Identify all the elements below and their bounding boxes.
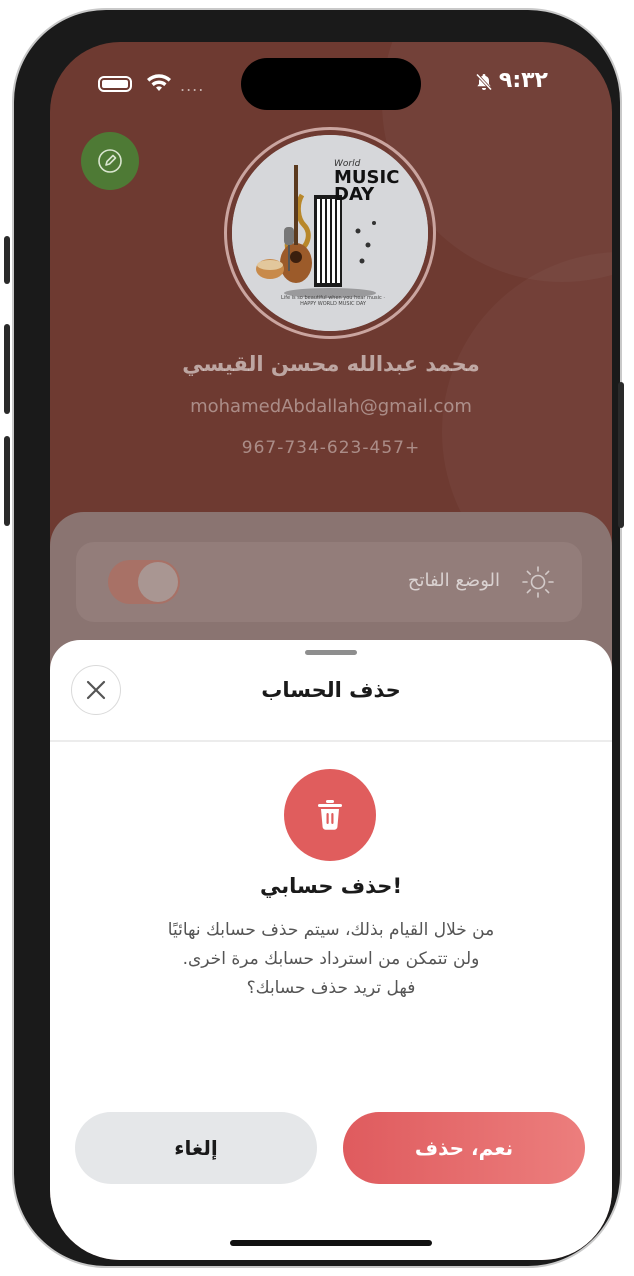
warning-message: من خلال القيام بذلك، سيتم حذف حسابك نهائ… <box>90 916 572 1003</box>
bell-off-icon <box>475 73 493 91</box>
poster-tagline: Life is so beautiful when you hear music… <box>281 295 385 307</box>
dynamic-island <box>241 58 421 110</box>
poster-title: MUSIC DAY <box>334 167 400 205</box>
trash-icon <box>318 800 342 830</box>
warning-line: فهل تريد حذف حسابك؟ <box>246 978 416 998</box>
confirm-delete-button[interactable]: نعم، حذف <box>343 1112 585 1184</box>
action-button <box>4 236 10 284</box>
wifi-icon <box>147 74 171 91</box>
status-time: ٩:٣٢ <box>498 68 548 93</box>
profile-email: mohamedAbdallah@gmail.com <box>190 396 472 417</box>
edit-profile-button[interactable] <box>81 132 139 190</box>
sheet-grabber[interactable] <box>305 650 357 655</box>
screen: .... ٩:٣٢ World MUSIC DAY Life is so bea… <box>50 42 612 1260</box>
pencil-icon <box>98 149 122 173</box>
battery-icon <box>98 76 132 92</box>
delete-account-sheet: حذف الحساب حذف حسابي! من خلال القيام بذل… <box>50 640 612 1260</box>
close-button[interactable] <box>71 665 121 715</box>
power-button <box>618 382 624 528</box>
volume-up-button <box>4 324 10 414</box>
warning-badge <box>284 769 376 861</box>
close-icon <box>86 680 106 700</box>
warning-title: حذف حسابي! <box>259 874 403 898</box>
toggle-knob <box>138 562 178 602</box>
sheet-title: حذف الحساب <box>261 678 401 702</box>
carrier-text: .... <box>180 76 205 95</box>
warning-line: من خلال القيام بذلك، سيتم حذف حسابك نهائ… <box>167 920 495 940</box>
avatar[interactable]: World MUSIC DAY Life is so beautiful whe… <box>224 127 436 339</box>
divider <box>50 740 612 742</box>
profile-name: محمد عبدالله محسن القيسي <box>182 352 480 376</box>
light-mode-row[interactable]: الوضع الفاتح <box>76 542 582 622</box>
profile-phone: 967-734-623-457+ <box>241 438 421 458</box>
cancel-button[interactable]: إلغاء <box>75 1112 317 1184</box>
phone-frame: .... ٩:٣٢ World MUSIC DAY Life is so bea… <box>4 10 624 1266</box>
home-indicator[interactable] <box>230 1240 432 1246</box>
light-mode-toggle[interactable] <box>108 560 180 604</box>
warning-line: ولن تتمكن من استرداد حسابك مرة اخرى. <box>182 949 480 969</box>
avatar-image: World MUSIC DAY Life is so beautiful whe… <box>232 135 428 331</box>
volume-down-button <box>4 436 10 526</box>
light-mode-label: الوضع الفاتح <box>407 570 500 591</box>
sun-icon <box>522 566 554 598</box>
